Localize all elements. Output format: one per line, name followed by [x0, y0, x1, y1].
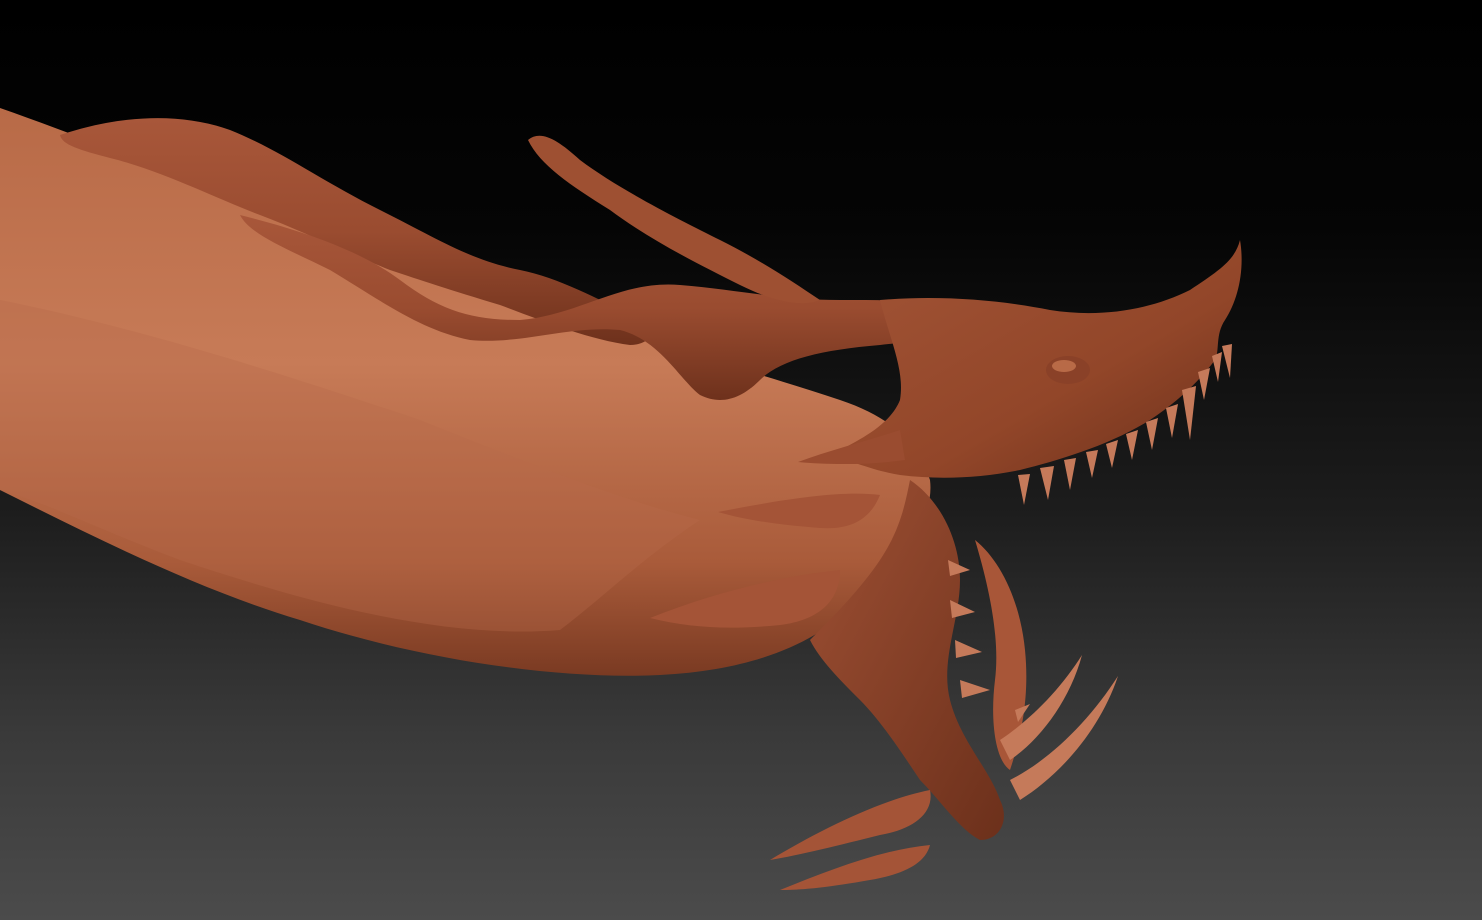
upper-antenna: [528, 135, 820, 304]
eye-highlight: [1052, 360, 1076, 372]
3d-viewport[interactable]: [0, 0, 1482, 920]
sculpted-dragon-head-model[interactable]: [0, 0, 1482, 920]
